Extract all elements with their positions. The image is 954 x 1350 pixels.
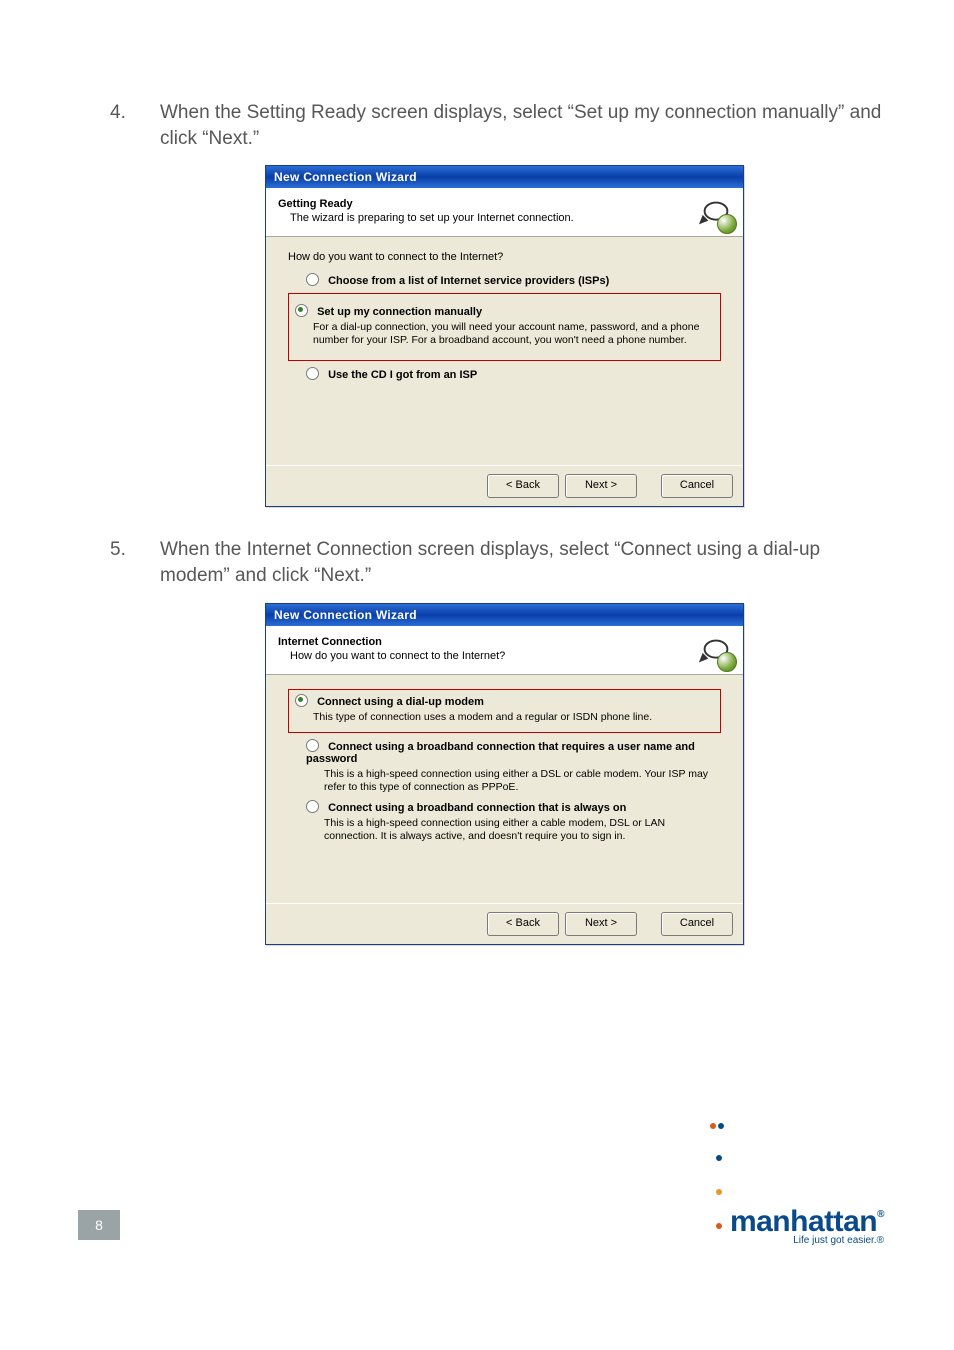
radio-icon: [295, 304, 308, 317]
step-5-body: When the Internet Connection screen disp…: [160, 539, 820, 586]
option-description: This is a high-speed connection using ei…: [324, 817, 721, 843]
radio-icon: [306, 739, 319, 752]
radio-icon: [295, 694, 308, 707]
dialog-main: Connect using a dial-up modem This type …: [266, 675, 743, 903]
dialog-header: Getting Ready The wizard is preparing to…: [266, 188, 743, 237]
highlighted-option: Set up my connection manually For a dial…: [288, 293, 721, 360]
page-footer: 8 manhattan® Life just got easier.®: [0, 1190, 954, 1240]
back-button[interactable]: < Back: [487, 912, 559, 936]
radio-icon: [306, 367, 319, 380]
dialog-header: Internet Connection How do you want to c…: [266, 626, 743, 675]
brand-text: manhattan: [730, 1205, 877, 1238]
radio-option-dialup[interactable]: Connect using a dial-up modem: [295, 694, 714, 708]
cancel-button[interactable]: Cancel: [661, 912, 733, 936]
brand-dots-icon: [710, 1103, 726, 1141]
dialog-main: How do you want to connect to the Intern…: [266, 237, 743, 465]
cancel-button[interactable]: Cancel: [661, 474, 733, 498]
radio-label: Choose from a list of Internet service p…: [328, 275, 609, 287]
radio-icon: [306, 800, 319, 813]
step-5-text: 5.When the Internet Connection screen di…: [135, 537, 884, 588]
dialog-titlebar: New Connection Wizard: [266, 604, 743, 626]
button-bar: < Back Next > Cancel: [266, 903, 743, 944]
dialog-header-title: Getting Ready: [278, 198, 731, 210]
radio-label: Set up my connection manually: [317, 306, 482, 318]
highlighted-option: Connect using a dial-up modem This type …: [288, 689, 721, 733]
dialog-header-title: Internet Connection: [278, 636, 731, 648]
back-button[interactable]: < Back: [487, 474, 559, 498]
step-4-number: 4.: [135, 100, 160, 126]
dialog-titlebar: New Connection Wizard: [266, 166, 743, 188]
step-4-text: 4.When the Setting Ready screen displays…: [135, 100, 884, 151]
radio-label: Connect using a dial-up modem: [317, 696, 484, 708]
wizard-icon: [697, 632, 735, 670]
brand-logo: manhattan® Life just got easier.®: [710, 1103, 884, 1246]
page-number: 8: [78, 1210, 120, 1240]
wizard-icon: [697, 194, 735, 232]
next-button[interactable]: Next >: [565, 474, 637, 498]
dialog-internet-connection: New Connection Wizard Internet Connectio…: [265, 603, 744, 945]
radio-label: Use the CD I got from an ISP: [328, 369, 477, 381]
option-description: For a dial-up connection, you will need …: [313, 321, 714, 347]
radio-option-isp-list[interactable]: Choose from a list of Internet service p…: [306, 273, 721, 287]
radio-label: Connect using a broadband connection tha…: [328, 802, 626, 814]
question-text: How do you want to connect to the Intern…: [288, 251, 721, 263]
radio-option-broadband-auth[interactable]: Connect using a broadband connection tha…: [306, 739, 721, 765]
option-description: This type of connection uses a modem and…: [313, 711, 714, 724]
dialog-header-subtitle: The wizard is preparing to set up your I…: [290, 212, 731, 224]
step-5-number: 5.: [135, 537, 160, 563]
button-bar: < Back Next > Cancel: [266, 465, 743, 506]
option-description: This is a high-speed connection using ei…: [324, 768, 721, 794]
radio-option-manual[interactable]: Set up my connection manually: [295, 304, 714, 318]
radio-option-use-cd[interactable]: Use the CD I got from an ISP: [306, 367, 721, 381]
next-button[interactable]: Next >: [565, 912, 637, 936]
step-4-body: When the Setting Ready screen displays, …: [160, 102, 881, 149]
radio-label: Connect using a broadband connection tha…: [306, 741, 695, 765]
dialog-header-subtitle: How do you want to connect to the Intern…: [290, 650, 731, 662]
radio-option-broadband-always[interactable]: Connect using a broadband connection tha…: [306, 800, 721, 814]
dialog-getting-ready: New Connection Wizard Getting Ready The …: [265, 165, 744, 507]
radio-icon: [306, 273, 319, 286]
